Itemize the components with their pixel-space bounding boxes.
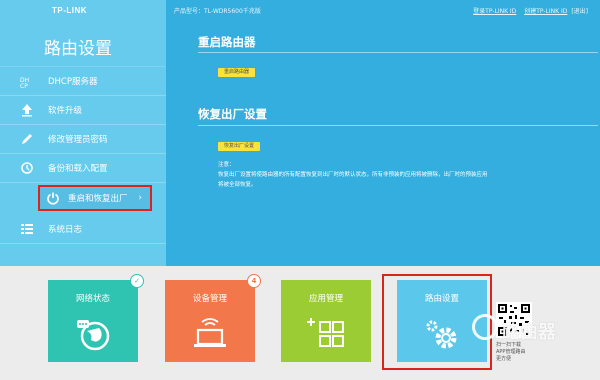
exit-link[interactable]: [退出]: [571, 8, 588, 15]
sidebar-item-backup[interactable]: 备份和载入配置: [0, 154, 166, 183]
qr-caption-line: 更方便: [496, 356, 512, 362]
watermark-text: 路由器: [502, 322, 556, 343]
factory-reset-button[interactable]: 恢复出厂设置: [218, 142, 261, 151]
sidebar-item-dhcp[interactable]: DH CP DHCP服务器: [0, 67, 166, 96]
note-line: 将被全部恢复。: [218, 182, 257, 188]
sidebar-item-label: DHCP服务器: [48, 77, 98, 87]
tile-device-management[interactable]: 设备管理 4: [165, 274, 261, 362]
watermark-logo-icon: [472, 314, 498, 340]
qr-caption: 扫一扫下载 APP管理路由 更方便: [496, 342, 532, 363]
sidebar-item-label: 软件升级: [48, 106, 83, 116]
upload-icon: [20, 103, 34, 117]
sidebar-item-syslog[interactable]: 系统日志: [0, 215, 166, 244]
reboot-section-title: 重启路由器: [198, 35, 256, 49]
divider: [198, 52, 598, 53]
apps-grid-icon: [307, 318, 344, 347]
sidebar-item-label: 系统日志: [48, 225, 83, 235]
account-links: 登录TP-LINK ID 创建TP-LINK ID [退出]: [467, 6, 588, 15]
globe-icon: [77, 320, 110, 351]
tile-label: 网络状态: [75, 294, 110, 304]
chevron-right-icon: ›: [138, 193, 142, 203]
laptop-icon: [194, 318, 226, 347]
power-icon: [46, 191, 60, 205]
note-line: 恢复出厂设置将使路由器的所有配置恢复到出厂时的默认状态，所有非预装的应用将被删除…: [218, 172, 488, 178]
sidebar-item-partial[interactable]: [0, 55, 166, 67]
sidebar-item-label: 修改管理员密码: [48, 135, 108, 145]
main-content: 产品型号：TL-WDR5600千兆版 登录TP-LINK ID 创建TP-LIN…: [166, 0, 600, 266]
tile-network-status[interactable]: 网络状态 ✓: [48, 274, 144, 362]
restore-note: 注意： 恢复出厂设置将使路由器的所有配置恢复到出厂时的默认状态，所有非预装的应用…: [218, 160, 538, 190]
sidebar: TP-LINK 路由设置 DHCP DHCP服务器 软件升级 修改管理员密码: [0, 0, 166, 266]
sidebar-item-label: 备份和载入配置: [48, 164, 108, 174]
product-model: 产品型号：TL-WDR5600千兆版: [174, 8, 261, 15]
restore-section-title: 恢复出厂设置: [198, 107, 267, 121]
qr-caption-line: APP管理路由: [496, 349, 526, 355]
tile-label: 设备管理: [192, 294, 227, 304]
dhcp-icon: DH CP: [20, 74, 34, 88]
tile-label: 应用管理: [308, 294, 343, 304]
divider: [198, 125, 598, 126]
login-link[interactable]: 登录TP-LINK ID: [473, 8, 516, 15]
sidebar-item-password[interactable]: 修改管理员密码: [0, 125, 166, 154]
topbar: 产品型号：TL-WDR5600千兆版 登录TP-LINK ID 创建TP-LIN…: [166, 0, 600, 20]
pencil-icon: [20, 132, 34, 146]
create-id-link[interactable]: 创建TP-LINK ID: [524, 8, 567, 15]
count-badge: 4: [247, 274, 261, 288]
tp-link-logo[interactable]: TP-LINK: [52, 6, 87, 15]
svg-text:CP: CP: [20, 83, 28, 88]
tile-app-management[interactable]: 应用管理: [281, 280, 371, 362]
reboot-button[interactable]: 重启路由器: [218, 68, 256, 77]
backup-icon: [20, 161, 34, 175]
check-badge-icon: ✓: [130, 274, 144, 288]
note-title: 注意：: [218, 162, 235, 168]
sidebar-item-reboot-restore[interactable]: 重启和恢复出厂 ›: [38, 185, 152, 211]
list-icon: [20, 222, 34, 236]
sidebar-item-label: 重启和恢复出厂: [68, 194, 128, 204]
sidebar-menu: DH CP DHCP服务器 软件升级 修改管理员密码 备份和载入配置 重启和恢复…: [0, 55, 166, 244]
sidebar-item-upgrade[interactable]: 软件升级: [0, 96, 166, 125]
